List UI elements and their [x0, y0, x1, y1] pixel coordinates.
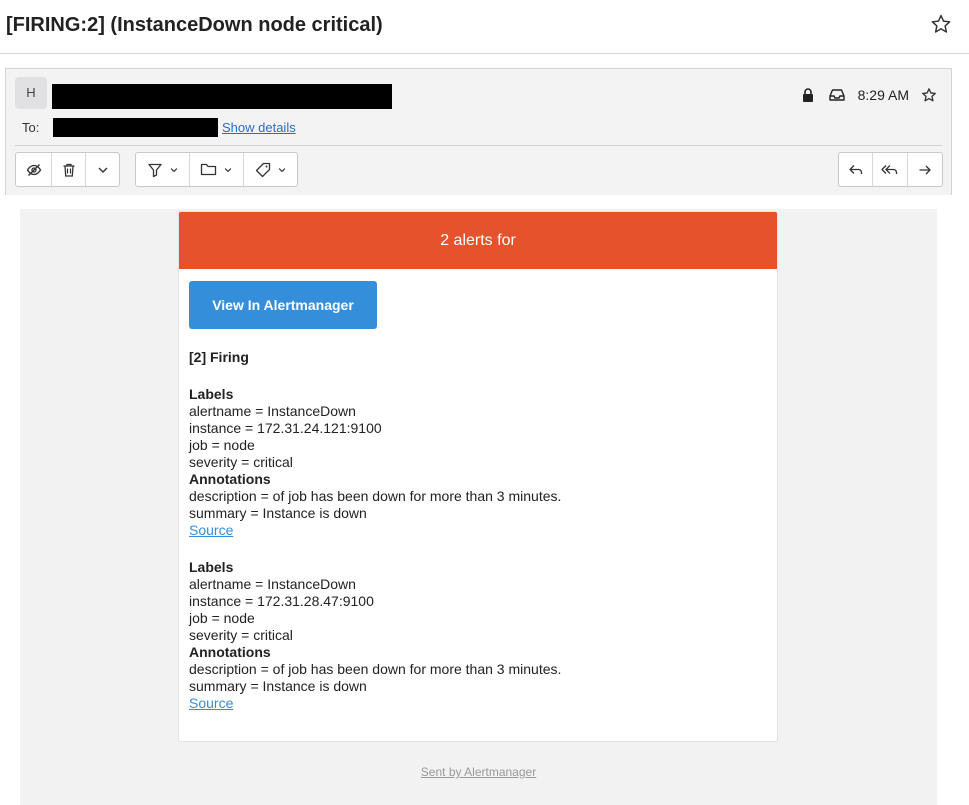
folder-icon — [200, 162, 217, 177]
redacted-sender — [52, 84, 392, 109]
star-icon[interactable] — [930, 13, 952, 35]
label-alertname: alertname = InstanceDown — [189, 403, 356, 419]
alert-item: Labels alertname = InstanceDown instance… — [189, 386, 769, 539]
label-job: job = node — [189, 437, 255, 453]
message-time: 8:29 AM — [857, 87, 909, 103]
trash-icon — [61, 162, 77, 178]
reply-all-icon — [881, 162, 899, 178]
message-meta: 8:29 AM — [800, 85, 937, 105]
reply-button[interactable] — [839, 153, 874, 186]
subject-bar: [FIRING:2] (InstanceDown node critical) — [0, 0, 969, 54]
label-severity: severity = critical — [189, 627, 293, 643]
chevron-down-icon — [223, 165, 233, 175]
toolbar-group-organize — [135, 152, 298, 187]
lock-icon — [800, 87, 816, 103]
forward-button[interactable] — [908, 153, 942, 186]
reply-all-button[interactable] — [873, 153, 909, 186]
label-instance: instance = 172.31.28.47:9100 — [189, 593, 374, 609]
annotation-summary: summary = Instance is down — [189, 678, 367, 694]
alert-card: 2 alerts for View In Alertmanager [2] Fi… — [178, 211, 778, 742]
forward-icon — [917, 162, 933, 178]
email-subject: [FIRING:2] (InstanceDown node critical) — [6, 14, 383, 36]
message-star-icon[interactable] — [921, 87, 937, 103]
annotation-description: description = of job has been down for m… — [189, 661, 562, 677]
to-label: To: — [22, 120, 40, 135]
show-details-link[interactable]: Show details — [222, 120, 296, 135]
redacted-recipient — [53, 118, 218, 137]
alert-header: 2 alerts for — [179, 212, 777, 269]
chevron-down-icon — [277, 165, 287, 175]
email-body: 2 alerts for View In Alertmanager [2] Fi… — [20, 209, 937, 805]
label-instance: instance = 172.31.24.121:9100 — [189, 420, 382, 436]
mark-unread-button[interactable] — [16, 153, 52, 186]
annotation-description: description = of job has been down for m… — [189, 488, 562, 504]
toolbar-group-reply — [838, 152, 943, 187]
inbox-icon — [828, 87, 846, 103]
annotations-heading: Annotations — [189, 471, 271, 487]
source-link[interactable]: Source — [189, 522, 233, 538]
reply-icon — [848, 162, 864, 178]
delete-button[interactable] — [52, 153, 86, 186]
sent-by-footer-link[interactable]: Sent by Alertmanager — [20, 765, 937, 779]
label-dropdown[interactable] — [244, 153, 297, 186]
tag-icon — [255, 162, 271, 178]
header-divider — [15, 145, 942, 146]
alert-list: [2] Firing Labels alertname = InstanceDo… — [189, 349, 769, 712]
labels-heading: Labels — [189, 386, 234, 402]
firing-count: [2] Firing — [189, 349, 249, 365]
filter-icon — [147, 162, 163, 178]
label-alertname: alertname = InstanceDown — [189, 576, 356, 592]
filter-dropdown[interactable] — [136, 153, 190, 186]
label-severity: severity = critical — [189, 454, 293, 470]
unread-icon — [26, 162, 42, 178]
toolbar-group-actions — [15, 152, 120, 187]
labels-heading: Labels — [189, 559, 234, 575]
alert-item: Labels alertname = InstanceDown instance… — [189, 559, 769, 712]
source-link[interactable]: Source — [189, 695, 233, 711]
more-actions-dropdown[interactable] — [86, 153, 119, 186]
view-in-alertmanager-button[interactable]: View In Alertmanager — [189, 281, 377, 329]
chevron-down-icon — [169, 165, 179, 175]
label-job: job = node — [189, 610, 255, 626]
annotations-heading: Annotations — [189, 644, 271, 660]
annotation-summary: summary = Instance is down — [189, 505, 367, 521]
move-folder-dropdown[interactable] — [190, 153, 244, 186]
sender-avatar: H — [15, 77, 47, 109]
chevron-down-icon — [96, 163, 110, 177]
message-header: H 8:29 AM To: Show details — [5, 68, 952, 195]
